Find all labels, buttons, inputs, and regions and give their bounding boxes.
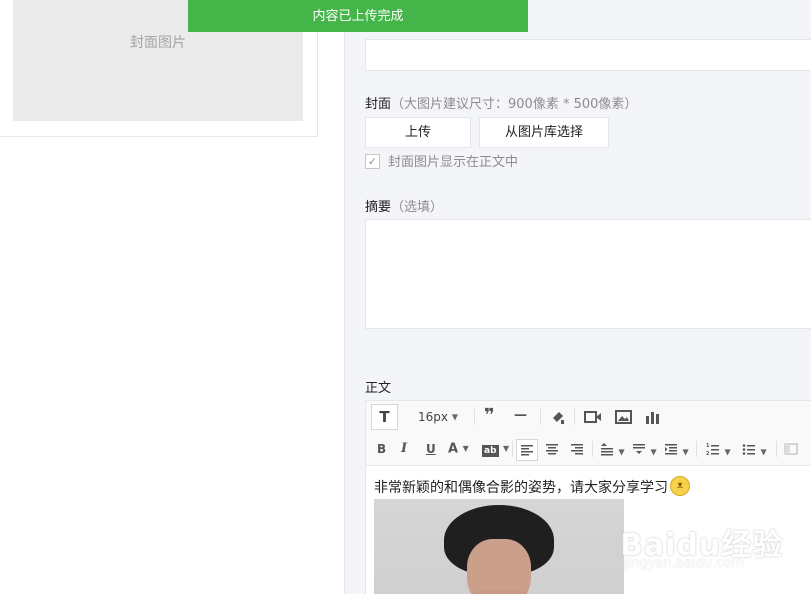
- unordered-list-icon[interactable]: ▼: [742, 442, 767, 461]
- editor-content[interactable]: 非常新颖的和偶像合影的姿势，请大家分享学习 ᴥ: [374, 476, 811, 498]
- show-cover-checkbox[interactable]: ✓: [365, 154, 380, 169]
- rich-text-editor: T 16px ▼ ❞ — B I U A ▼ ab ▼ ▼ ▼ ▼ 1 2 ▼ …: [365, 400, 811, 594]
- upload-complete-toast: 内容已上传完成: [188, 0, 528, 32]
- article-text: 非常新颖的和偶像合影的姿势，请大家分享学习: [374, 480, 668, 496]
- table-icon[interactable]: [784, 442, 798, 461]
- summary-label: 摘要（选填）: [365, 196, 443, 215]
- summary-optional-hint: （选填）: [391, 200, 444, 215]
- align-left-icon[interactable]: [516, 439, 538, 461]
- show-cover-label: 封面图片显示在正文中: [388, 155, 519, 170]
- align-center-icon[interactable]: [545, 442, 559, 461]
- cover-label-text: 封面: [365, 97, 392, 112]
- underline-icon[interactable]: U: [426, 441, 436, 457]
- bold-icon[interactable]: B: [377, 441, 386, 457]
- toolbar-separator: [474, 409, 475, 425]
- toolbar-separator: [574, 409, 575, 425]
- align-right-icon[interactable]: [570, 442, 584, 461]
- toolbar-separator: [776, 441, 777, 457]
- font-size-value: 16px: [418, 410, 448, 424]
- editor-toolbar-formatting: B I U A ▼ ab ▼ ▼ ▼ ▼ 1 2 ▼ ▼: [366, 433, 811, 466]
- paragraph-spacing-icon[interactable]: ▼: [632, 442, 657, 461]
- summary-textarea[interactable]: [365, 219, 811, 329]
- photo-face-shape: [467, 539, 531, 594]
- select-from-library-button[interactable]: 从图片库选择: [479, 117, 609, 148]
- svg-text:1: 1: [706, 443, 710, 449]
- font-size-select[interactable]: 16px ▼: [418, 409, 458, 426]
- cover-size-hint: （大图片建议尺寸：900像素 * 500像素）: [391, 97, 638, 112]
- font-color-icon[interactable]: A ▼: [448, 441, 469, 458]
- chart-icon[interactable]: [644, 409, 660, 430]
- highlight-icon[interactable]: ab ▼: [482, 441, 509, 458]
- horizontal-rule-icon[interactable]: —: [514, 408, 527, 424]
- summary-label-text: 摘要: [365, 200, 392, 215]
- cover-placeholder-label: 封面图片: [130, 35, 186, 51]
- body-label: 正文: [365, 381, 392, 396]
- image-icon[interactable]: [615, 409, 632, 430]
- svg-text:2: 2: [706, 451, 710, 456]
- upload-button[interactable]: 上传: [365, 117, 471, 148]
- quote-icon[interactable]: ❞: [484, 407, 495, 425]
- toolbar-separator: [592, 441, 593, 457]
- format-painter-icon[interactable]: [550, 409, 566, 430]
- cat-emoji-icon: ᴥ: [670, 476, 690, 496]
- article-photo[interactable]: [374, 499, 624, 594]
- text-format-icon[interactable]: T: [371, 404, 398, 430]
- cover-label: 封面（大图片建议尺寸：900像素 * 500像素）: [365, 93, 637, 112]
- video-icon[interactable]: [584, 409, 602, 430]
- left-panel: 封面图片: [0, 0, 344, 594]
- toolbar-separator: [512, 441, 513, 457]
- toolbar-separator: [696, 441, 697, 457]
- italic-icon[interactable]: I: [401, 441, 407, 457]
- editor-toolbar-primary: T 16px ▼ ❞ —: [366, 401, 811, 434]
- article-form-panel: 封面（大图片建议尺寸：900像素 * 500像素） 上传 从图片库选择 ✓ 封面图…: [345, 0, 811, 594]
- toolbar-separator: [540, 409, 541, 425]
- author-input[interactable]: [365, 39, 811, 71]
- indent-icon[interactable]: ▼: [664, 442, 689, 461]
- ordered-list-icon[interactable]: 12 ▼: [706, 442, 731, 461]
- line-height-icon[interactable]: ▼: [600, 442, 625, 461]
- show-cover-in-body-option[interactable]: ✓ 封面图片显示在正文中: [365, 151, 519, 170]
